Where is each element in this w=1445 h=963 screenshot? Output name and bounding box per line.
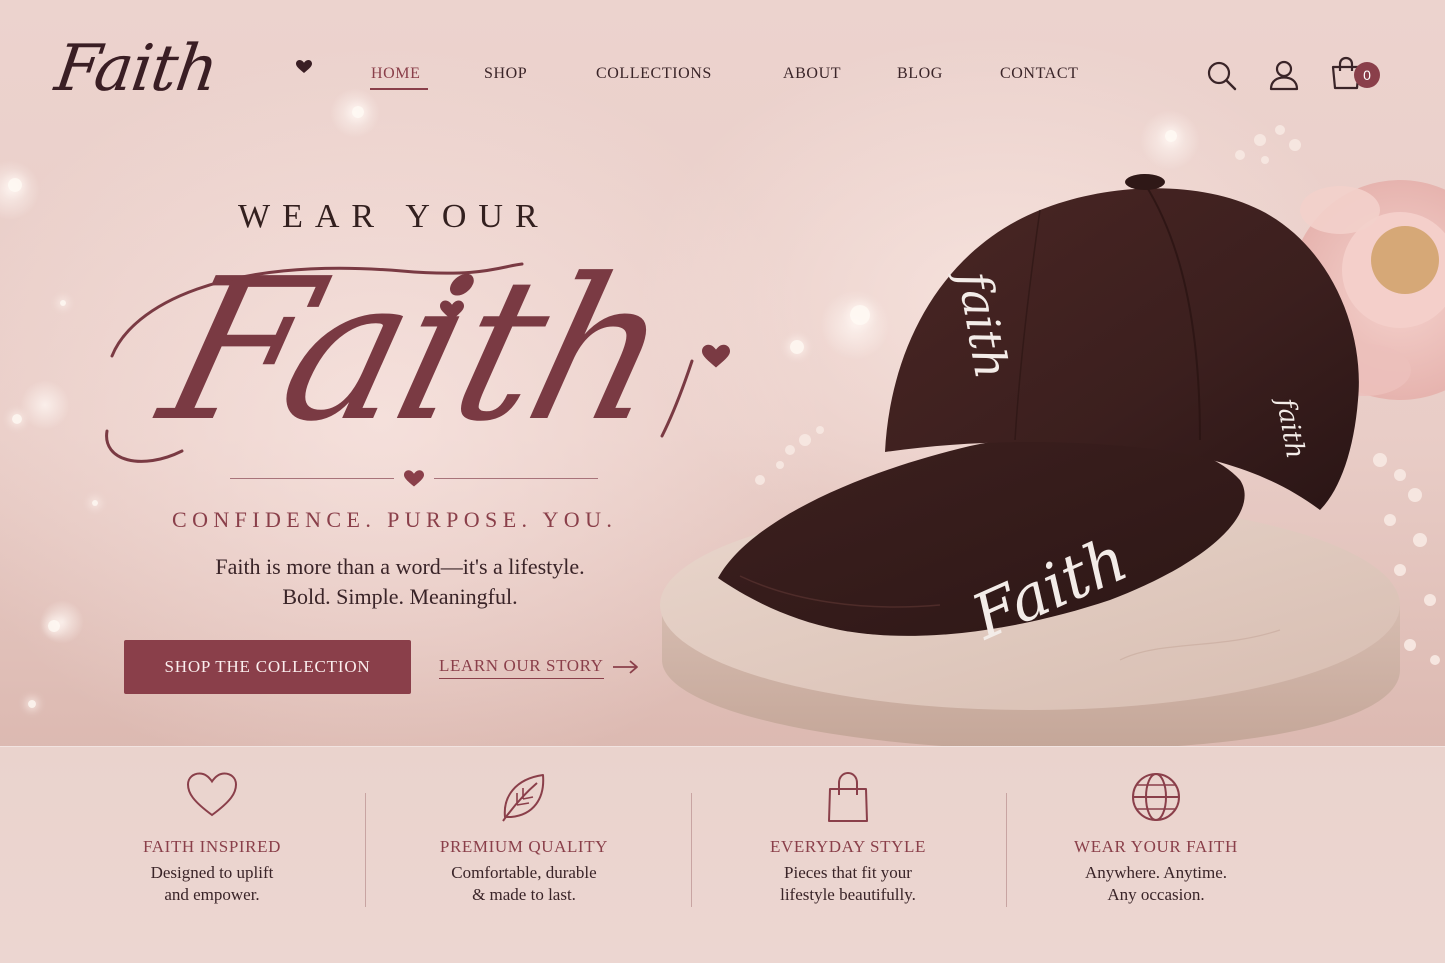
hero-divider-right xyxy=(434,478,598,479)
feature-title: WEAR YOUR FAITH xyxy=(1074,837,1238,856)
feature-desc-line: lifestyle beautifully. xyxy=(780,885,916,904)
feature-desc-line: Any occasion. xyxy=(1107,885,1205,904)
hero-divider-left xyxy=(230,478,394,479)
nav-item-collections[interactable]: COLLECTIONS xyxy=(596,65,712,83)
nav-item-about[interactable]: ABOUT xyxy=(783,65,841,83)
globe-icon xyxy=(1132,773,1180,821)
bokeh-light xyxy=(0,160,40,220)
feature-desc-line: Comfortable, durable xyxy=(451,863,597,882)
feature-desc-line: Pieces that fit your xyxy=(784,863,912,882)
feature-title: EVERYDAY STYLE xyxy=(770,837,926,856)
heart-icon xyxy=(186,772,238,817)
feature-everyday-style: EVERYDAY STYLE Pieces that fit your life… xyxy=(698,747,998,963)
shopping-bag-icon xyxy=(828,771,868,822)
feature-desc-line: Designed to uplift xyxy=(150,863,274,882)
feature-desc-line: Anywhere. Anytime. xyxy=(1084,863,1228,882)
user-icon[interactable] xyxy=(1268,59,1300,91)
features-strip: FAITH INSPIRED Designed to uplift and em… xyxy=(0,746,1445,963)
nav-item-shop[interactable]: SHOP xyxy=(484,65,527,83)
sparkle xyxy=(352,106,364,118)
feature-desc-line: & made to last. xyxy=(472,885,576,904)
heart-icon xyxy=(404,470,424,487)
arrow-right-icon[interactable] xyxy=(612,659,640,675)
feature-description: Designed to uplift and empower. xyxy=(62,862,362,906)
leaf-icon xyxy=(502,774,545,822)
shop-collection-button[interactable]: SHOP THE COLLECTION xyxy=(124,640,411,694)
feature-desc-line: and empower. xyxy=(164,885,260,904)
active-nav-indicator xyxy=(370,88,428,90)
feature-description: Anywhere. Anytime. Any occasion. xyxy=(1006,862,1306,906)
feature-faith-inspired: FAITH INSPIRED Designed to uplift and em… xyxy=(62,747,362,963)
sparkle xyxy=(8,178,22,192)
sparkle xyxy=(48,620,60,632)
hero-copy-line: Bold. Simple. Meaningful. xyxy=(282,584,518,609)
product-image[interactable]: faith Faith faith xyxy=(640,100,1445,750)
cart-count-badge[interactable]: 0 xyxy=(1354,62,1380,88)
hero-copy-line: Faith is more than a word—it's a lifesty… xyxy=(215,554,585,579)
nav-item-blog[interactable]: BLOG xyxy=(897,65,943,83)
feature-divider xyxy=(691,793,692,907)
page: Faith HOME SHOP COLLECTIONS ABOUT BLOG C… xyxy=(0,0,1445,963)
feature-title: FAITH INSPIRED xyxy=(143,837,281,856)
feature-wear-your-faith: WEAR YOUR FAITH Anywhere. Anytime. Any o… xyxy=(1006,747,1306,963)
nav-item-home[interactable]: HOME xyxy=(371,65,421,83)
sparkle xyxy=(12,414,22,424)
heart-icon xyxy=(440,300,464,320)
nav-item-contact[interactable]: CONTACT xyxy=(1000,65,1078,83)
heart-icon xyxy=(296,60,312,73)
sparkle xyxy=(28,700,36,708)
bokeh-light xyxy=(20,380,70,430)
product-showcase: faith Faith faith xyxy=(640,100,1445,750)
feature-title: PREMIUM QUALITY xyxy=(439,837,609,856)
sparkle xyxy=(60,300,66,306)
search-icon[interactable] xyxy=(1206,60,1238,92)
sparkle xyxy=(92,500,98,506)
hero-tagline: CONFIDENCE. PURPOSE. YOU. xyxy=(172,507,618,532)
learn-our-story-link[interactable]: LEARN OUR STORY xyxy=(439,656,604,684)
hero-description: Faith is more than a word—it's a lifesty… xyxy=(160,552,640,612)
bokeh-light xyxy=(40,600,84,644)
logo-wordmark: Faith xyxy=(50,32,222,106)
feature-description: Pieces that fit your lifestyle beautiful… xyxy=(698,862,998,906)
brand-logo[interactable]: Faith xyxy=(51,26,312,118)
feature-divider xyxy=(365,793,366,907)
feature-description: Comfortable, durable & made to last. xyxy=(374,862,674,906)
hero-eyebrow: WEAR YOUR xyxy=(238,198,550,235)
feature-premium-quality: PREMIUM QUALITY Comfortable, durable & m… xyxy=(374,747,674,963)
learn-our-story-label: LEARN OUR STORY xyxy=(439,656,604,679)
